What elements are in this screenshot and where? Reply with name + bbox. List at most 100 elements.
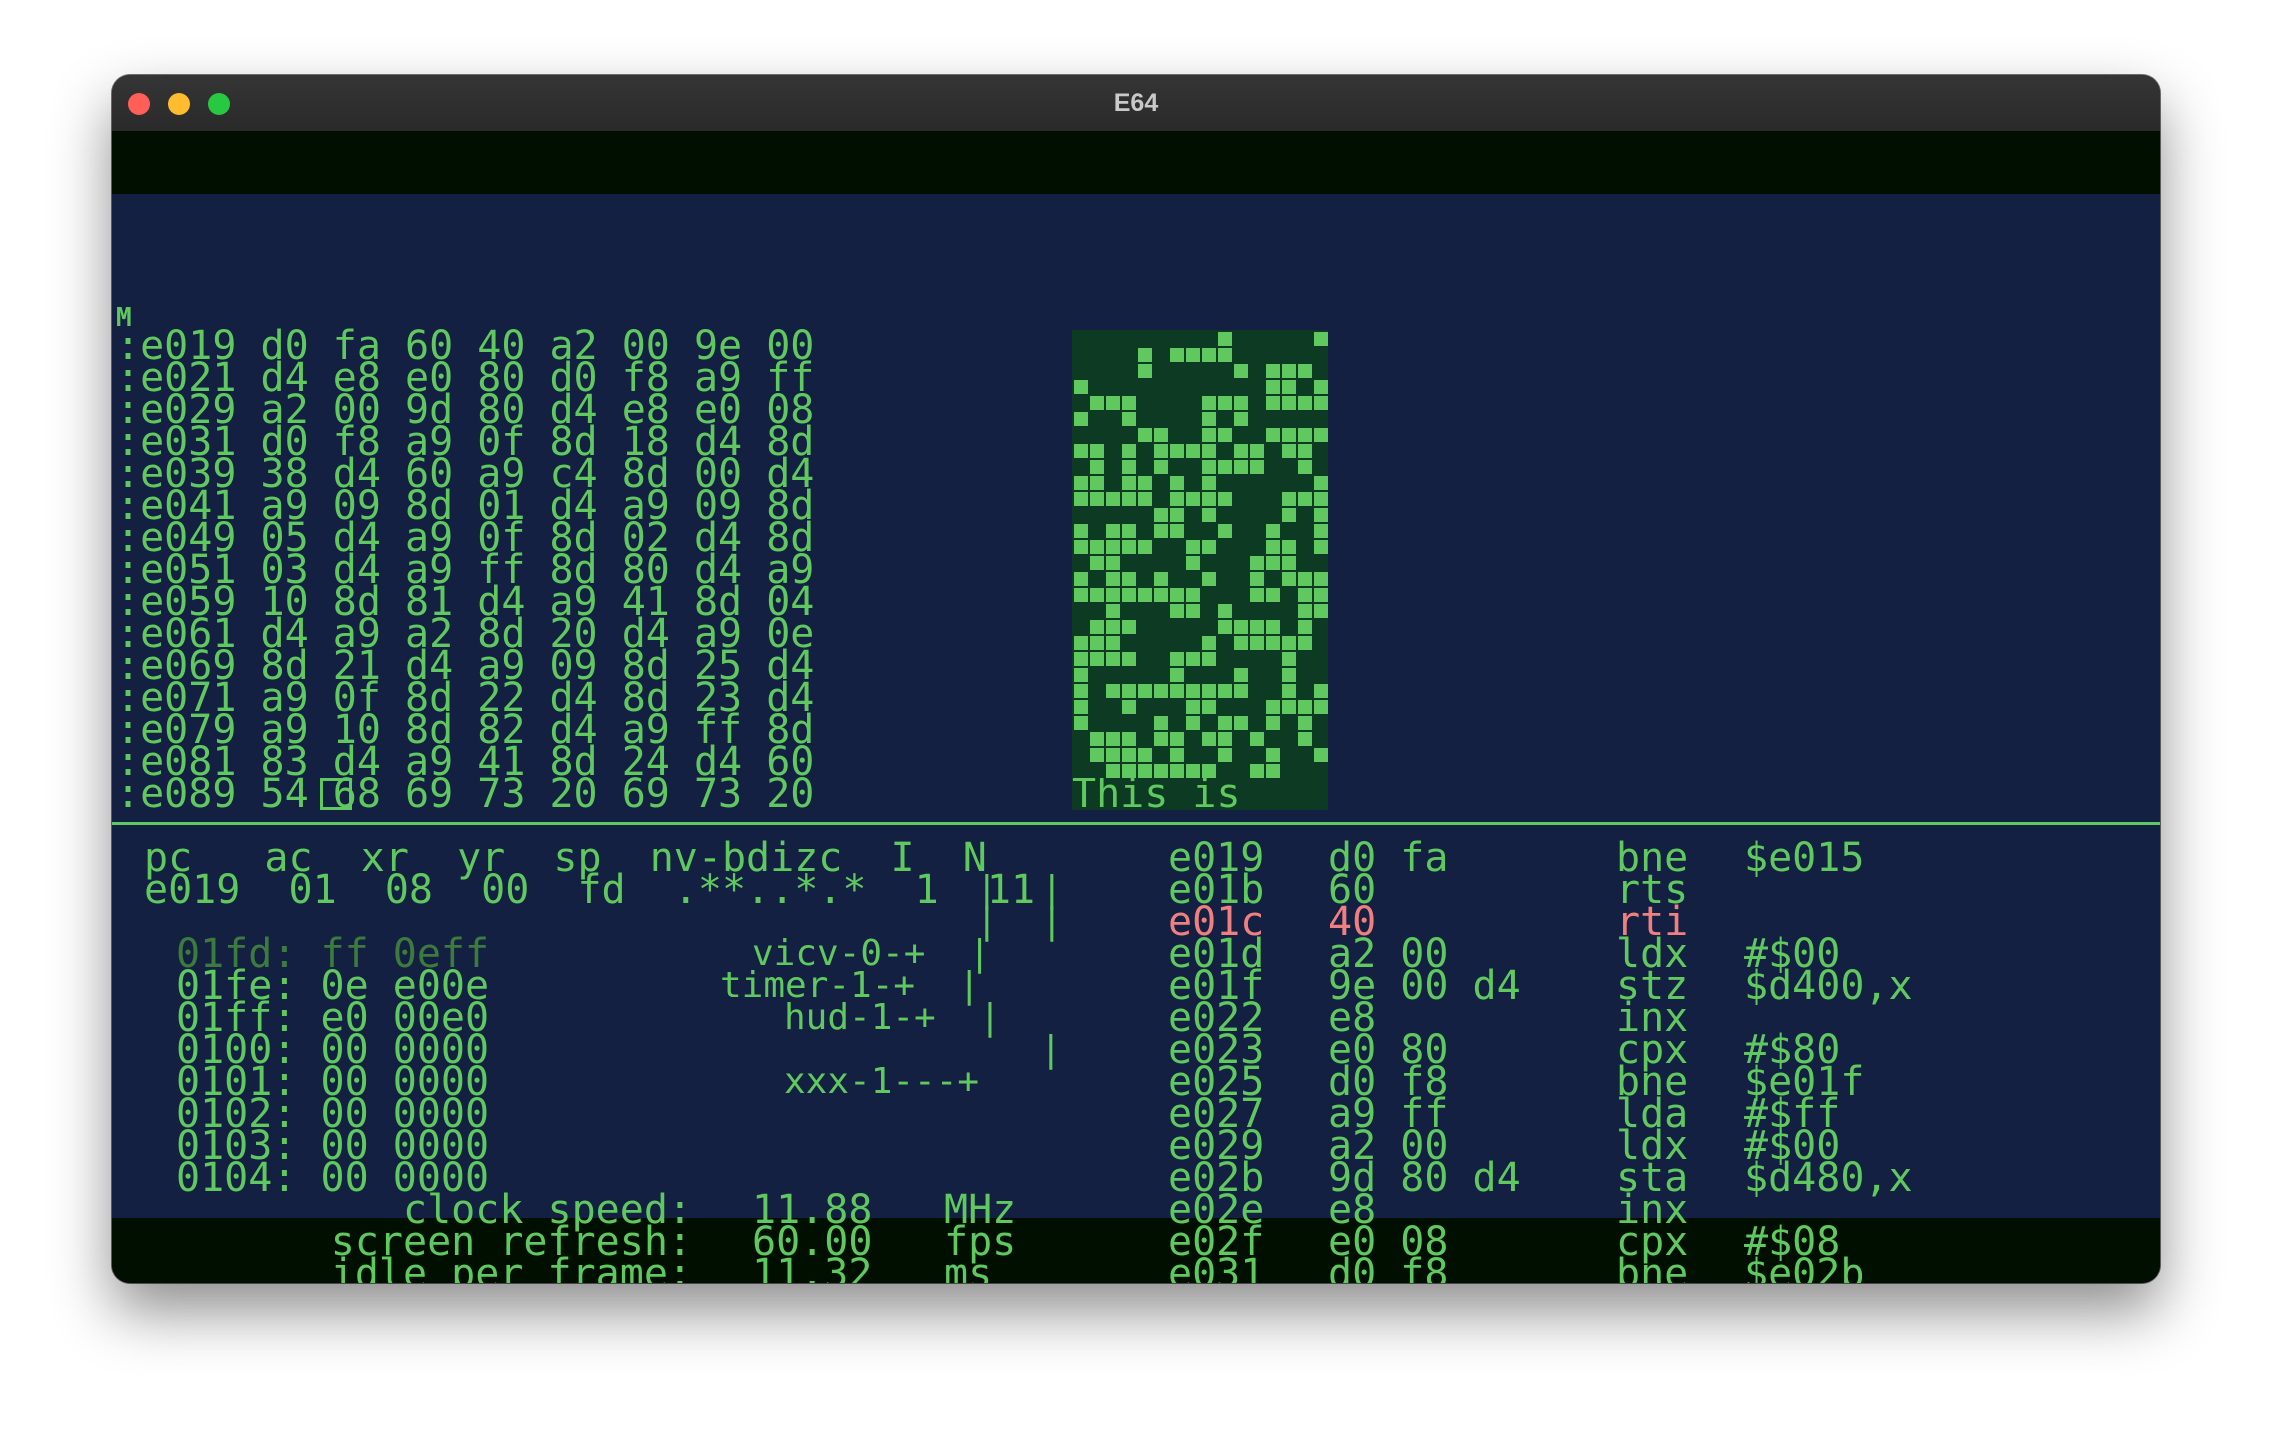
petscii-pixel (1218, 732, 1232, 746)
petscii-pixel (1138, 364, 1152, 378)
petscii-pixel (1234, 412, 1248, 426)
petscii-pixel (1074, 540, 1088, 554)
petscii-pixel (1154, 684, 1168, 698)
petscii-pixel (1170, 444, 1184, 458)
petscii-pixel (1234, 668, 1248, 682)
petscii-pixel (1106, 748, 1120, 762)
petscii-pixel (1122, 684, 1136, 698)
petscii-pixel (1074, 588, 1088, 602)
petscii-pixel (1218, 524, 1232, 538)
petscii-pixel (1250, 764, 1264, 778)
petscii-pixel (1170, 684, 1184, 698)
petscii-pixel (1266, 428, 1280, 442)
petscii-pixel (1234, 716, 1248, 730)
petscii-pixel (1154, 508, 1168, 522)
monitor-screen[interactable]: M :e019 d0 fa 60 40 a2 00 9e 00:e021 d4 … (112, 194, 2160, 1283)
petscii-pixel (1106, 636, 1120, 650)
petscii-pixel (1282, 652, 1296, 666)
petscii-pixel (1138, 764, 1152, 778)
petscii-pixel (1122, 476, 1136, 490)
petscii-pixel (1090, 620, 1104, 634)
petscii-pixel (1234, 684, 1248, 698)
petscii-pixel (1074, 668, 1088, 682)
petscii-pixel (1154, 460, 1168, 474)
petscii-pixel (1154, 428, 1168, 442)
irq-line: | (1040, 1029, 1062, 1070)
petscii-pixel (1122, 700, 1136, 714)
irq-line: hud-1-+ | (784, 997, 1001, 1038)
petscii-pixel (1266, 396, 1280, 410)
petscii-pixel (1234, 460, 1248, 474)
petscii-pixel (1202, 348, 1216, 362)
petscii-pixel (1218, 332, 1232, 346)
petscii-pixel (1282, 492, 1296, 506)
disasm-operand: $d400,x (1744, 963, 1913, 1009)
disasm-operand: $e02b (1744, 1251, 1865, 1283)
petscii-pixel (1202, 732, 1216, 746)
petscii-pixel (1218, 428, 1232, 442)
memory-row: :e089 54 68 69 73 20 69 73 20 (116, 771, 815, 817)
petscii-pixel (1250, 732, 1264, 746)
petscii-pixel (1202, 652, 1216, 666)
petscii-pixel (1202, 444, 1216, 458)
petscii-pixel (1170, 604, 1184, 618)
petscii-pixel (1202, 412, 1216, 426)
petscii-pixel (1298, 588, 1312, 602)
petscii-pixel (1106, 684, 1120, 698)
petscii-pixel (1122, 588, 1136, 602)
petscii-pixel (1266, 700, 1280, 714)
petscii-pixel (1170, 524, 1184, 538)
petscii-pixel (1186, 604, 1200, 618)
petscii-pixel (1170, 764, 1184, 778)
petscii-pixel (1138, 540, 1152, 554)
petscii-pixel (1218, 684, 1232, 698)
petscii-pixel (1186, 764, 1200, 778)
petscii-pixel (1314, 476, 1328, 490)
petscii-pixel (1298, 604, 1312, 618)
disasm-operand: $d480,x (1744, 1155, 1913, 1201)
petscii-pixel (1186, 348, 1200, 362)
petscii-pixel (1106, 396, 1120, 410)
irq-line: xxx-1---+ (784, 1061, 980, 1102)
petscii-pixel (1266, 716, 1280, 730)
petscii-pixel (1138, 588, 1152, 602)
petscii-pixel (1074, 716, 1088, 730)
disasm-bytes: d0 f8 (1328, 1251, 1521, 1283)
petscii-pixel (1154, 572, 1168, 586)
petscii-pixel (1298, 572, 1312, 586)
petscii-pixel (1074, 652, 1088, 666)
petscii-pixel (1298, 428, 1312, 442)
petscii-pixel (1074, 684, 1088, 698)
petscii-pixel (1170, 588, 1184, 602)
petscii-pixel (1074, 380, 1088, 394)
petscii-pixel (1186, 700, 1200, 714)
petscii-pixel (1202, 476, 1216, 490)
petscii-pixel (1122, 540, 1136, 554)
petscii-pixel (1250, 588, 1264, 602)
petscii-pixel (1106, 588, 1120, 602)
petscii-pixel (1218, 348, 1232, 362)
stat-label: idle per frame: (330, 1251, 692, 1283)
petscii-pixel (1282, 380, 1296, 394)
petscii-pixel (1106, 604, 1120, 618)
petscii-pixel (1154, 764, 1168, 778)
petscii-preview (1072, 330, 1328, 810)
petscii-pixel (1202, 460, 1216, 474)
petscii-pixel (1170, 476, 1184, 490)
petscii-pixel (1314, 604, 1328, 618)
petscii-pixel (1282, 668, 1296, 682)
petscii-pixel (1218, 748, 1232, 762)
petscii-pixel (1090, 444, 1104, 458)
petscii-pixel (1266, 364, 1280, 378)
petscii-pixel (1074, 476, 1088, 490)
petscii-pixel (1186, 716, 1200, 730)
petscii-pixel (1186, 492, 1200, 506)
petscii-pixel (1122, 764, 1136, 778)
petscii-text-row: This is (1072, 778, 1328, 810)
petscii-pixel (1090, 460, 1104, 474)
petscii-pixel (1218, 716, 1232, 730)
petscii-pixel (1298, 716, 1312, 730)
petscii-pixel (1138, 492, 1152, 506)
petscii-pixel (1266, 556, 1280, 570)
petscii-pixel (1122, 412, 1136, 426)
